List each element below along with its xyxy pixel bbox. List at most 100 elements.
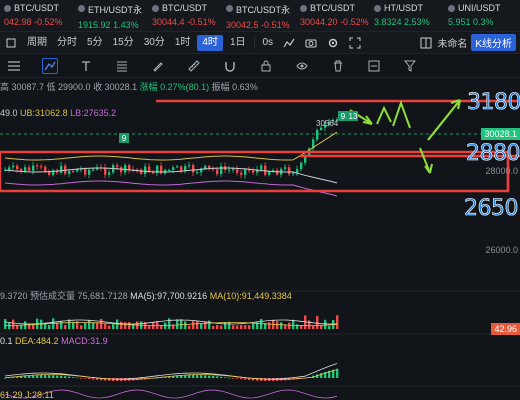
bb-mid-value: 49.0 — [0, 108, 18, 118]
volume-bar — [92, 322, 95, 329]
eye-icon[interactable] — [294, 58, 310, 74]
divider — [253, 36, 255, 49]
volume-bar — [216, 325, 219, 329]
macd-bar — [240, 378, 243, 380]
volume-bar — [80, 325, 83, 329]
volume-bar — [12, 319, 15, 329]
ticker-price: 30044.4 -0.51% — [152, 17, 216, 27]
ticker-item[interactable]: UNI/USDT 5.951 0.3% — [444, 0, 518, 32]
candle-body — [284, 167, 287, 169]
expand-icon[interactable] — [3, 35, 19, 51]
indicator-icon[interactable] — [281, 35, 297, 51]
macd-bar — [236, 378, 239, 379]
interval-tab[interactable]: 15分 — [108, 32, 139, 54]
current-price-tag: 30028.1 — [481, 128, 520, 140]
macd-dea: DEA:484.2 — [15, 336, 59, 346]
candle-body — [48, 171, 51, 175]
ticker-item[interactable]: BTC/USDT 042.98 -0.52% — [0, 0, 74, 32]
candle-body — [32, 165, 35, 171]
interval-tab[interactable]: 1时 — [170, 32, 196, 54]
candle-body — [44, 166, 47, 172]
candle-body — [316, 129, 319, 140]
volume-bar — [64, 325, 67, 329]
volume-bar — [108, 325, 111, 329]
magnet-icon[interactable] — [222, 58, 238, 74]
kdj-legend: 61.29 J:28.11 — [0, 390, 54, 400]
macd-bar — [88, 378, 91, 380]
volume-bar — [336, 315, 339, 329]
volume-bar — [248, 325, 251, 329]
coin-icon — [226, 5, 233, 12]
candle-body — [140, 169, 143, 174]
ticker-item[interactable]: BTC/USDT永 30042.5 -0.51% — [222, 0, 296, 32]
template-selector[interactable]: 未命名 — [437, 35, 467, 50]
candle-body — [24, 167, 27, 172]
price-chart[interactable]: 99 1330564 — [0, 78, 520, 400]
ticker-price: 30042.5 -0.51% — [226, 20, 290, 30]
ticker-item[interactable]: ETH/USDT永 1915.92 1.43% — [74, 0, 148, 32]
trend-line-icon[interactable] — [42, 57, 58, 74]
visibility-toggle-icon[interactable] — [366, 58, 382, 74]
volume-bar — [88, 319, 91, 329]
ticker-item[interactable]: BTC/USDT 30044.20 -0.52% — [296, 0, 370, 32]
ticker-symbol: HT/USDT — [374, 3, 444, 13]
candle-body — [292, 173, 295, 175]
ticker-symbol: BTC/USDT — [300, 3, 370, 13]
axis-label: 26000.0 — [485, 245, 518, 255]
layout-icon[interactable] — [418, 35, 434, 51]
interval-tab[interactable]: 1日 — [225, 32, 251, 54]
candle-body — [252, 170, 255, 173]
volume-ma10-line — [5, 322, 338, 326]
volume-bar — [308, 320, 311, 329]
interval-tab[interactable]: 5分 — [82, 32, 108, 54]
camera-icon[interactable] — [303, 35, 319, 51]
timezone-selector[interactable]: 0s — [258, 32, 279, 54]
brush-icon[interactable] — [150, 58, 166, 74]
trash-icon[interactable] — [330, 58, 346, 74]
ticker-item[interactable]: HT/USDT 3.8324 2.53% — [370, 0, 444, 32]
fibonacci-icon[interactable] — [114, 58, 130, 74]
macd-bar — [216, 376, 219, 378]
ruler-icon[interactable] — [186, 58, 202, 74]
kline-analysis-button[interactable]: K线分析 — [471, 34, 516, 51]
ticker-price: 042.98 -0.52% — [4, 17, 63, 27]
volume-ma5: MA(5):97,700.9216 — [130, 291, 208, 301]
macd-bar — [44, 375, 47, 378]
candle-body — [288, 167, 291, 175]
volume-bar — [124, 322, 127, 329]
macd-bar — [232, 378, 235, 379]
macd-bar — [200, 375, 203, 378]
ticker-price: 1915.92 1.43% — [78, 20, 139, 30]
text-tool-icon[interactable] — [78, 58, 94, 74]
settings-icon[interactable] — [325, 35, 341, 51]
volume-bar — [84, 322, 87, 329]
volume-bar — [184, 321, 187, 329]
macd-bar — [224, 377, 227, 378]
candle-body — [12, 165, 15, 168]
coin-icon — [78, 5, 85, 12]
fullscreen-icon[interactable] — [347, 35, 363, 51]
axis-label: 28000.0 — [485, 166, 518, 176]
volume-legend: 9.3720 预估成交量 75,681.7128 MA(5):97,700.92… — [0, 289, 292, 302]
ticker-symbol: BTC/USDT永 — [226, 3, 296, 16]
candle-body — [144, 166, 147, 174]
estimated-volume: 预估成交量 75,681.7128 — [30, 291, 128, 301]
interval-tab[interactable]: 周期 — [22, 32, 52, 54]
volume-bar — [328, 325, 331, 329]
target-label-high: 3180 — [467, 90, 520, 115]
ticker-item[interactable]: BTC/USDT 30044.4 -0.51% — [148, 0, 222, 32]
volume-bar — [120, 321, 123, 329]
menu-icon[interactable] — [6, 58, 22, 74]
filter-icon[interactable] — [402, 58, 418, 74]
candle-body — [60, 165, 63, 173]
candle-body — [228, 169, 231, 171]
candle-body — [124, 165, 127, 173]
interval-tab[interactable]: 分时 — [52, 32, 82, 54]
candle-body — [232, 169, 235, 171]
interval-tab[interactable]: 30分 — [139, 32, 170, 54]
coin-icon — [300, 5, 307, 12]
interval-tab[interactable]: 4时 — [197, 34, 223, 51]
lock-icon[interactable] — [258, 58, 274, 74]
macd-bar — [32, 375, 35, 378]
candle-body — [16, 165, 19, 170]
